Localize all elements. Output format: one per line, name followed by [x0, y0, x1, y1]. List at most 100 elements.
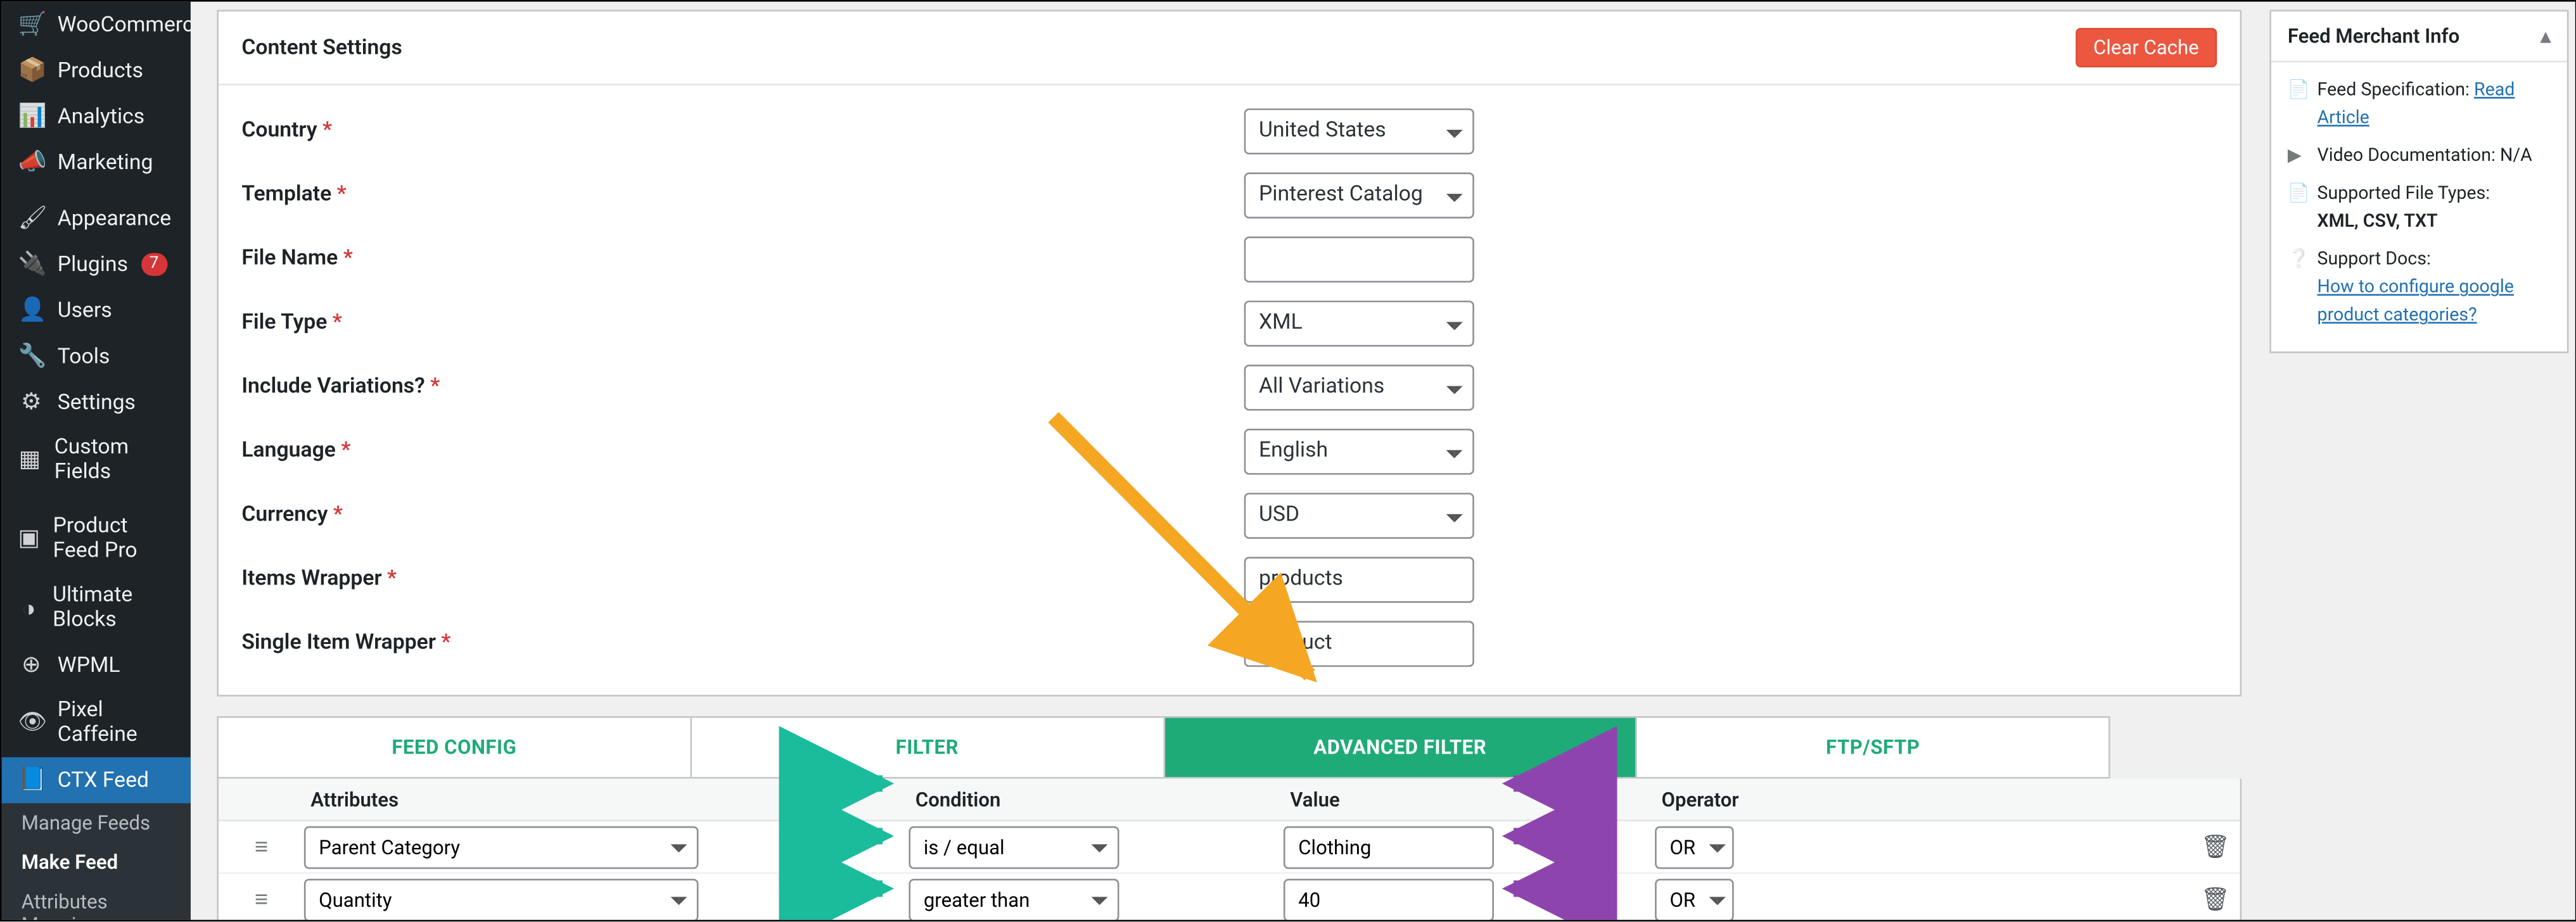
menu-icon: 🔧: [18, 343, 45, 370]
sidebar-item-product-feed-pro[interactable]: ▣Product Feed Pro: [2, 504, 191, 573]
filetypes-value: XML, CSV, TXT: [2318, 207, 2490, 235]
menu-icon: 📘: [18, 767, 45, 793]
select-template[interactable]: Pinterest Catalog: [1244, 172, 1474, 218]
sidebar-item-ctx-feed[interactable]: 📘 CTX Feed: [2, 757, 191, 804]
sidebar-item-custom-fields[interactable]: ▦Custom Fields: [2, 426, 191, 495]
menu-label: Users: [58, 298, 112, 323]
menu-label: Product Feed Pro: [53, 514, 174, 564]
menu-icon: 📦: [18, 58, 45, 84]
submenu-make-feed[interactable]: Make Feed: [2, 843, 191, 882]
delete-icon[interactable]: 🗑: [1904, 886, 2243, 913]
sidebar-item-settings[interactable]: ⚙ Settings: [2, 379, 191, 426]
help-icon: ❔: [2288, 245, 2307, 329]
select-condition[interactable]: greater than: [909, 878, 1119, 919]
menu-label: WooCommerce: [58, 12, 205, 37]
panel-title: Content Settings: [241, 35, 402, 60]
select-attribute[interactable]: Quantity: [304, 878, 699, 919]
menu-label: Marketing: [58, 150, 153, 175]
menu-icon: 👁: [18, 710, 45, 736]
menu-label: Settings: [58, 390, 136, 415]
select-condition[interactable]: is / equal: [909, 825, 1119, 868]
menu-icon: 📣: [18, 149, 45, 176]
input-value[interactable]: [1284, 825, 1494, 868]
menu-label: WPML: [58, 653, 120, 678]
tab-filter[interactable]: FILTER: [691, 718, 1164, 777]
input-items_wrap[interactable]: [1244, 556, 1474, 602]
select-operator[interactable]: OR: [1655, 878, 1734, 919]
main-content: Content Settings Clear Cache Country *Un…: [191, 2, 2575, 920]
sidebar-item-pixel-caffeine[interactable]: 👁 Pixel Caffeine: [2, 688, 191, 757]
menu-label: Products: [58, 58, 143, 83]
label-file_name: File Name *: [241, 246, 1244, 271]
video-icon: ▶: [2288, 141, 2307, 169]
video-label: Video Documentation:: [2318, 145, 2500, 167]
select-language[interactable]: English: [1244, 428, 1474, 474]
col-value: Value: [1284, 788, 1655, 811]
menu-label: Pixel Caffeine: [58, 698, 174, 747]
tab-advanced-filter[interactable]: ADVANCED FILTER: [1164, 718, 1637, 777]
delete-icon[interactable]: 🗑: [1904, 833, 2243, 860]
clear-cache-button[interactable]: Clear Cache: [2075, 28, 2217, 67]
collapse-icon[interactable]: ▴: [2541, 25, 2551, 47]
menu-icon: 👤: [18, 298, 45, 324]
select-currency[interactable]: USD: [1244, 492, 1474, 538]
input-single_wrap[interactable]: [1244, 620, 1474, 666]
support-link[interactable]: How to configure google product categori…: [2318, 277, 2514, 326]
filetypes-label: Supported File Types:: [2318, 179, 2490, 207]
input-file_name[interactable]: [1244, 236, 1474, 282]
menu-icon: 🛒: [18, 11, 45, 38]
label-currency: Currency *: [241, 503, 1244, 527]
menu-icon: 📊: [18, 103, 45, 130]
select-variations[interactable]: All Variations: [1244, 364, 1474, 410]
advanced-filter-table: Attributes Condition Value Operator ≡Par…: [217, 779, 2241, 920]
filetypes-icon: 📄: [2288, 179, 2307, 235]
tab-ftp-sftp[interactable]: FTP/SFTP: [1637, 718, 2108, 777]
select-file_type[interactable]: XML: [1244, 300, 1474, 346]
tab-feed-config[interactable]: FEED CONFIG: [219, 718, 691, 777]
label-single_wrap: Single Item Wrapper *: [241, 631, 1244, 655]
label-country: Country *: [241, 118, 1244, 143]
sidebar-item-wpml[interactable]: ⊕ WPML: [2, 642, 191, 688]
sidebar-item-tools[interactable]: 🔧 Tools: [2, 334, 191, 380]
sidebar-item-products[interactable]: 📦 Products: [2, 47, 191, 94]
select-operator[interactable]: OR: [1655, 825, 1734, 868]
sidebar-item-appearance[interactable]: 🖌 Appearance: [2, 196, 191, 242]
menu-label: CTX Feed: [58, 768, 149, 793]
update-badge: 7: [141, 253, 167, 275]
menu-icon: ⊕: [18, 652, 45, 679]
sidebar-item-ultimate-blocks[interactable]: ◑Ultimate Blocks: [2, 573, 191, 642]
sidebar-item-woocommerce[interactable]: 🛒WooCommerce: [2, 2, 191, 48]
drag-handle-icon[interactable]: ≡: [219, 885, 304, 913]
menu-icon: 🖌: [18, 205, 45, 232]
label-items_wrap: Items Wrapper *: [241, 567, 1244, 591]
spec-label: Feed Specification:: [2318, 79, 2474, 101]
menu-label: Tools: [58, 344, 110, 369]
sidebar-item-plugins[interactable]: 🔌Plugins 7: [2, 241, 191, 287]
wp-admin-sidebar: 🛒WooCommerce 📦 Products 📊 Analytics 📣 Marketin…: [2, 2, 191, 920]
row-single_wrap: Single Item Wrapper *: [241, 611, 2217, 675]
menu-icon: 🔌: [18, 251, 45, 278]
menu-icon: ⚙: [18, 389, 45, 416]
select-country[interactable]: United States: [1244, 108, 1474, 154]
label-file_type: File Type *: [241, 310, 1244, 335]
row-file_type: File Type *XML: [241, 291, 2217, 355]
input-value[interactable]: [1284, 878, 1494, 919]
menu-label: Analytics: [58, 104, 144, 129]
feed-merchant-info-panel: Feed Merchant Info ▴ 📄 Feed Specificatio…: [2269, 10, 2568, 354]
sidebar-item-marketing[interactable]: 📣 Marketing: [2, 139, 191, 186]
select-attribute[interactable]: Parent Category: [304, 825, 699, 868]
row-file_name: File Name *: [241, 227, 2217, 291]
submenu-manage-feeds[interactable]: Manage Feeds: [2, 803, 191, 842]
doc-icon: 📄: [2288, 75, 2307, 131]
filter-row: ≡Parent Category is / equal OR 🗑: [219, 821, 2240, 874]
drag-handle-icon[interactable]: ≡: [219, 833, 304, 861]
submenu-attributes-mapping[interactable]: Attributes Mapping: [2, 882, 191, 921]
menu-label: Custom Fields: [54, 435, 174, 484]
row-variations: Include Variations? *All Variations: [241, 355, 2217, 419]
menu-label: Appearance: [58, 206, 171, 231]
sidebar-item-users[interactable]: 👤 Users: [2, 287, 191, 334]
filter-header-row: Attributes Condition Value Operator: [219, 779, 2240, 821]
label-template: Template *: [241, 182, 1244, 207]
menu-icon: ◑: [18, 594, 40, 622]
sidebar-item-analytics[interactable]: 📊 Analytics: [2, 94, 191, 140]
